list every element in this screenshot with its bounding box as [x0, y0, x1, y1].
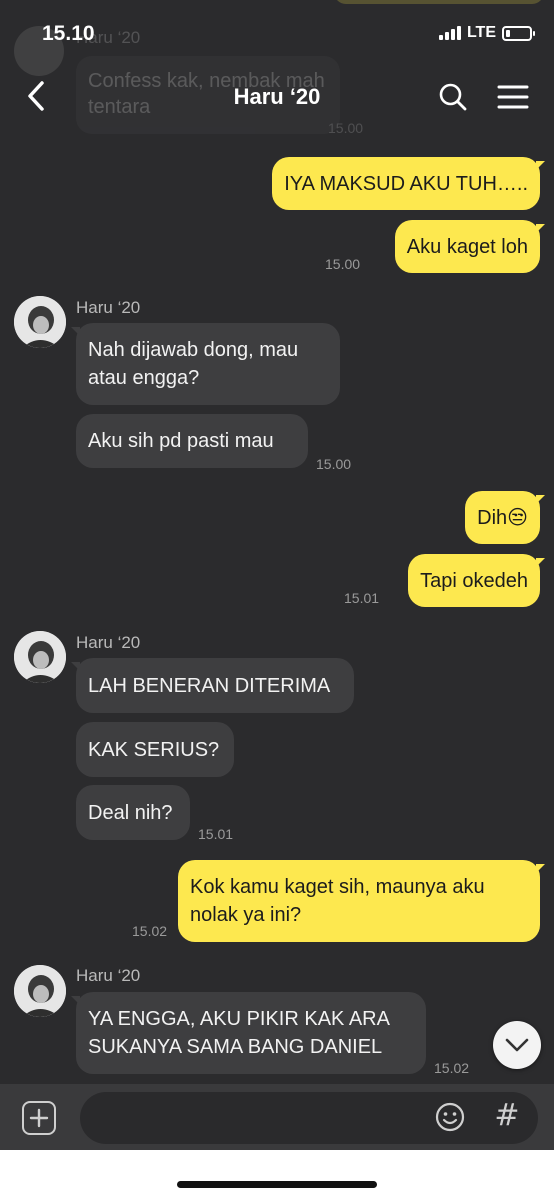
message-text: Dih😒: [477, 506, 528, 529]
chat-header: Haru ‘20: [0, 62, 554, 132]
battery-icon: [502, 25, 535, 41]
outgoing-message[interactable]: Tapi okedeh: [408, 554, 545, 607]
profile-photo-icon: [14, 965, 66, 1017]
message-text: Nah dijawab dong, mau atau engga?: [88, 339, 299, 389]
avatar[interactable]: [14, 631, 66, 683]
message-text: IYA MAKSUD AKU TUH…..: [284, 172, 528, 195]
avatar[interactable]: [14, 965, 66, 1017]
search-icon: [439, 83, 467, 111]
hamburger-menu-icon: [497, 85, 529, 109]
search-button[interactable]: [434, 78, 472, 116]
sender-name: Haru ‘20: [76, 966, 141, 985]
message-time: 15.01: [198, 826, 234, 842]
incoming-message[interactable]: Aku sih pd pasti mau: [76, 414, 308, 468]
status-indicators: LTE: [438, 24, 535, 42]
status-time: 15.10: [42, 22, 95, 45]
emoji-icon: [435, 1102, 465, 1132]
avatar[interactable]: [14, 296, 66, 348]
outgoing-message[interactable]: Dih😒: [465, 491, 545, 544]
chat-area[interactable]: IYA MAKSUD AKU TUH….. Aku kaget loh 15.0…: [0, 0, 554, 1084]
emoji-button[interactable]: [434, 1101, 466, 1133]
profile-photo-icon: [14, 631, 66, 683]
status-bar: 15.10 LTE: [0, 0, 554, 62]
battery-level: [506, 29, 510, 37]
message-composer: [0, 1084, 554, 1150]
outgoing-message[interactable]: Kok kamu kaget sih, maunya aku nolak ya …: [178, 860, 545, 942]
sender-name: Haru ‘20: [76, 298, 141, 317]
incoming-message[interactable]: KAK SERIUS?: [76, 722, 234, 777]
home-indicator-area: [0, 1150, 554, 1200]
signal-icon: [438, 26, 461, 40]
plus-icon: [29, 1108, 49, 1128]
message-text: Deal nih?: [88, 801, 173, 824]
message-time: 15.00: [325, 256, 361, 272]
message-time: 15.01: [344, 590, 380, 606]
sender-name: Haru ‘20: [76, 633, 141, 652]
message-input[interactable]: [96, 1102, 426, 1134]
message-text: Kok kamu kaget sih, maunya aku nolak ya …: [190, 876, 485, 926]
scroll-to-bottom-button[interactable]: [493, 1021, 541, 1069]
message-time: 15.02: [132, 923, 168, 939]
hashtag-button[interactable]: #: [492, 1098, 522, 1134]
incoming-message[interactable]: Deal nih?: [76, 785, 190, 840]
message-text: Aku sih pd pasti mau: [88, 430, 274, 452]
outgoing-message[interactable]: Aku kaget loh: [394, 220, 546, 273]
message-text: YA ENGGA, AKU PIKIR KAK ARA SUKANYA SAMA…: [88, 1008, 389, 1058]
profile-photo-icon: [14, 296, 66, 348]
incoming-message[interactable]: LAH BENERAN DITERIMA: [71, 658, 354, 713]
incoming-message[interactable]: Nah dijawab dong, mau atau engga?: [71, 323, 340, 405]
message-text: Tapi okedeh: [420, 569, 528, 592]
message-time: 15.02: [434, 1060, 470, 1076]
message-text: LAH BENERAN DITERIMA: [88, 674, 331, 697]
message-text: Aku kaget loh: [406, 235, 528, 258]
chevron-down-icon: [505, 1038, 529, 1052]
home-indicator[interactable]: [177, 1181, 377, 1188]
outgoing-message[interactable]: IYA MAKSUD AKU TUH…..: [272, 157, 545, 210]
incoming-message[interactable]: YA ENGGA, AKU PIKIR KAK ARA SUKANYA SAMA…: [71, 992, 426, 1074]
network-type: LTE: [466, 24, 496, 41]
message-time: 15.00: [316, 456, 352, 472]
message-text: KAK SERIUS?: [88, 738, 220, 761]
menu-button[interactable]: [492, 78, 534, 116]
attach-button[interactable]: [22, 1101, 56, 1135]
message-input-container[interactable]: [80, 1092, 538, 1144]
